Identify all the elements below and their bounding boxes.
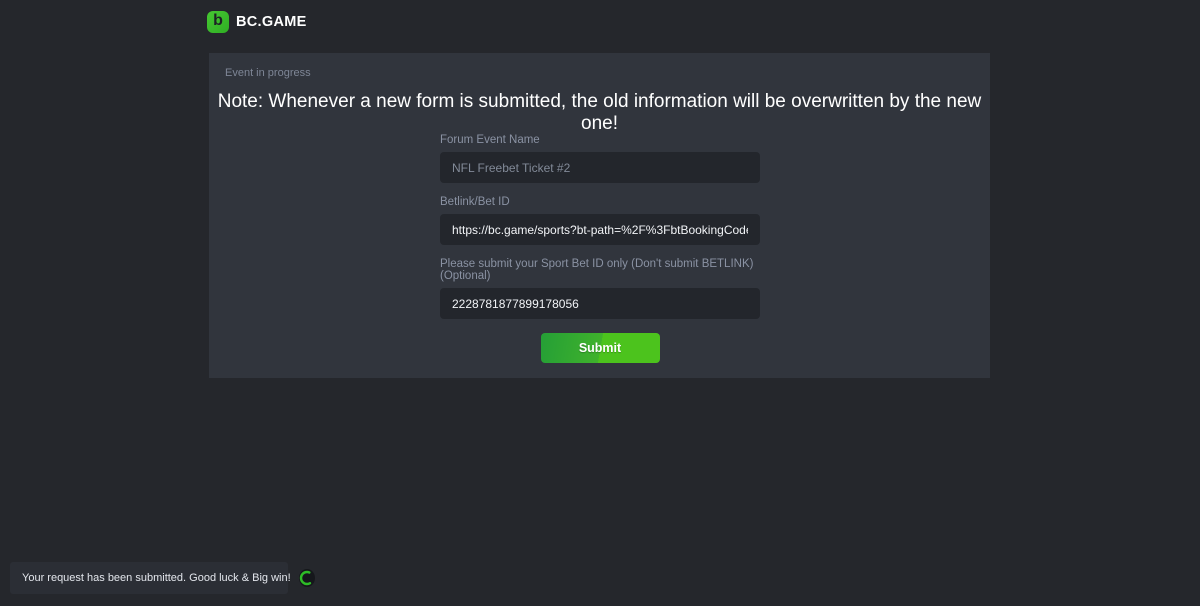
submit-button[interactable]: Submit bbox=[541, 333, 660, 363]
page-background: { "header": { "brand": "BC.GAME", "logo_… bbox=[0, 0, 1200, 606]
event-form: Forum Event Name Betlink/Bet ID Please s… bbox=[440, 134, 760, 363]
logo-glyph: b bbox=[213, 13, 223, 29]
event-status-text: Event in progress bbox=[225, 67, 311, 79]
toast-notification: Your request has been submitted. Good lu… bbox=[10, 562, 288, 594]
brand-logo[interactable]: b BC.GAME bbox=[207, 10, 307, 34]
field-betlink-bet-id: Betlink/Bet ID bbox=[440, 196, 760, 245]
brand-wordmark: BC.GAME bbox=[236, 14, 307, 30]
toast-message: Your request has been submitted. Good lu… bbox=[22, 572, 291, 584]
event-panel: Event in progress Note: Whenever a new f… bbox=[209, 53, 990, 378]
forum-event-name-label: Forum Event Name bbox=[440, 134, 760, 146]
bc-game-logo-icon: b bbox=[207, 11, 229, 33]
submit-row: Submit bbox=[440, 333, 760, 363]
note-text: Note: Whenever a new form is submitted, … bbox=[209, 91, 990, 135]
loading-spinner-icon bbox=[299, 569, 315, 587]
betlink-bet-id-label: Betlink/Bet ID bbox=[440, 196, 760, 208]
sport-bet-id-input[interactable] bbox=[440, 288, 760, 319]
forum-event-name-input[interactable] bbox=[440, 152, 760, 183]
field-forum-event-name: Forum Event Name bbox=[440, 134, 760, 183]
betlink-bet-id-input[interactable] bbox=[440, 214, 760, 245]
field-sport-bet-id: Please submit your Sport Bet ID only (Do… bbox=[440, 258, 760, 319]
sport-bet-id-label: Please submit your Sport Bet ID only (Do… bbox=[440, 258, 760, 282]
